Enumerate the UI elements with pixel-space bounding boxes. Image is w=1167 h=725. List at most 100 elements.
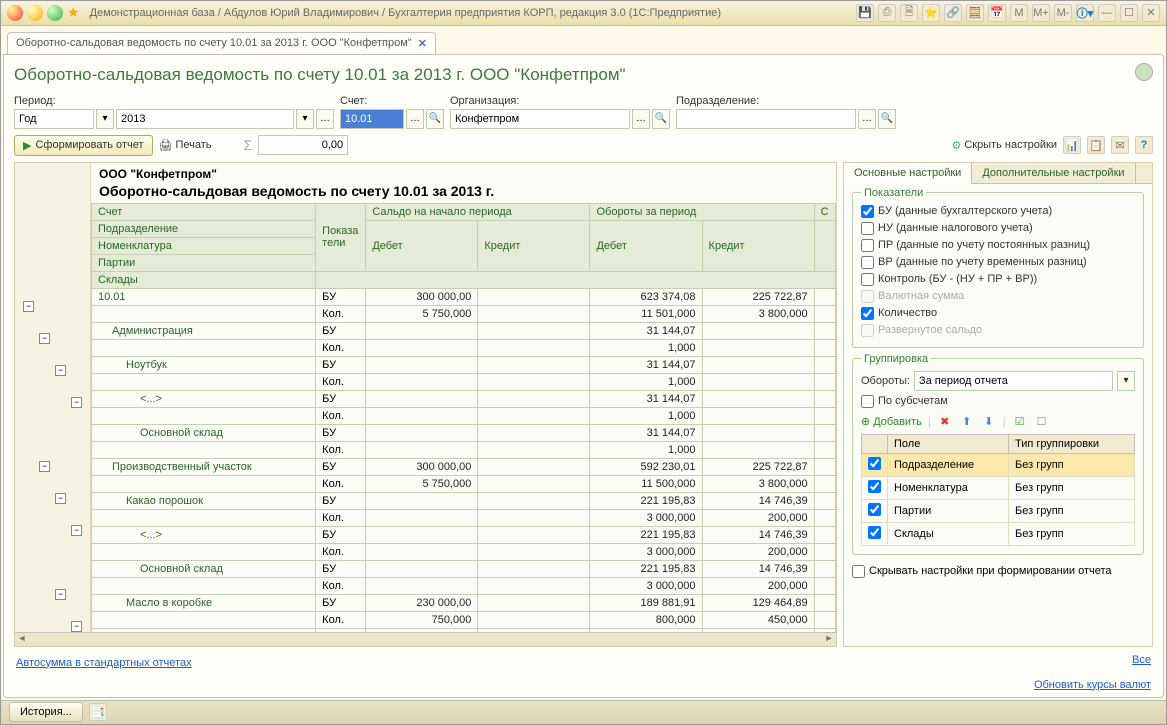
table-row[interactable]: 10.01БУ300 000,00623 374,08225 722,87 bbox=[92, 288, 836, 305]
table-row[interactable]: <...>БУ221 195,8314 746,39 bbox=[92, 526, 836, 543]
min-icon[interactable]: — bbox=[1098, 4, 1116, 22]
account-search-icon[interactable]: 🔍 bbox=[426, 109, 444, 129]
minimize-window-icon[interactable] bbox=[27, 5, 43, 21]
table-row[interactable]: НоутбукБУ31 144,07 bbox=[92, 356, 836, 373]
m-minus-icon[interactable]: M- bbox=[1054, 4, 1072, 22]
period-dropdown-icon[interactable]: ▾ bbox=[96, 109, 114, 129]
tool3-icon[interactable]: ✉ bbox=[1111, 136, 1129, 154]
add-grouping-button[interactable]: ⊕Добавить bbox=[861, 415, 922, 428]
grouping-row[interactable]: ПодразделениеБез групп bbox=[862, 453, 1135, 476]
link-icon[interactable]: 🔗 bbox=[944, 4, 962, 22]
sum-display[interactable] bbox=[258, 135, 348, 155]
tree-toggle[interactable]: − bbox=[39, 461, 50, 472]
report-body[interactable]: ООО "Конфетпром" Оборотно-сальдовая ведо… bbox=[91, 163, 836, 646]
table-row[interactable]: Кол.1,000 bbox=[92, 441, 836, 458]
table-row[interactable]: АдминистрацияБУ31 144,07 bbox=[92, 322, 836, 339]
calendar-icon[interactable]: 📅 bbox=[988, 4, 1006, 22]
favorite-icon[interactable]: ★ bbox=[67, 4, 80, 21]
calc-icon[interactable]: 🧮 bbox=[966, 4, 984, 22]
table-row[interactable]: Масло в коробкеБУ230 000,00189 881,91129… bbox=[92, 594, 836, 611]
tool1-icon[interactable]: 📊 bbox=[1063, 136, 1081, 154]
tab-close-icon[interactable]: ✕ bbox=[418, 37, 427, 50]
dept-input[interactable] bbox=[676, 109, 856, 129]
max-icon[interactable]: ☐ bbox=[1120, 4, 1138, 22]
m-plus-icon[interactable]: M+ bbox=[1032, 4, 1050, 22]
move-up-icon[interactable]: ⬆ bbox=[959, 414, 975, 430]
document-tab[interactable]: Оборотно-сальдовая ведомость по счету 10… bbox=[7, 32, 436, 54]
check-subaccounts[interactable]: По субсчетам bbox=[861, 393, 1135, 410]
account-input[interactable] bbox=[340, 109, 404, 129]
table-row[interactable]: Основной складБУ31 144,07 bbox=[92, 424, 836, 441]
tab-main-settings[interactable]: Основные настройки bbox=[844, 163, 972, 184]
dept-picker-icon[interactable]: … bbox=[858, 109, 876, 129]
table-row[interactable]: <...>БУ31 144,07 bbox=[92, 390, 836, 407]
check-ctrl[interactable]: Контроль (БУ - (НУ + ПР + ВР)) bbox=[861, 271, 1135, 288]
tab-extra-settings[interactable]: Дополнительные настройки bbox=[972, 163, 1135, 183]
close-window-icon[interactable] bbox=[7, 5, 23, 21]
table-row[interactable]: Кол.1,000 bbox=[92, 407, 836, 424]
table-row[interactable]: Кол.1,000 bbox=[92, 339, 836, 356]
scroll-right-icon[interactable]: ► bbox=[822, 633, 836, 646]
org-picker-icon[interactable]: … bbox=[632, 109, 650, 129]
check-qty[interactable]: Количество bbox=[861, 305, 1135, 322]
tree-toggle[interactable]: − bbox=[71, 397, 82, 408]
grouping-row[interactable]: ПартииБез групп bbox=[862, 499, 1135, 522]
check-bu[interactable]: БУ (данные бухгалтерского учета) bbox=[861, 203, 1135, 220]
all-link[interactable]: Все bbox=[1132, 654, 1151, 666]
year-dropdown-icon[interactable]: ▾ bbox=[296, 109, 314, 129]
doc-icon[interactable]: 🗎 bbox=[900, 4, 918, 22]
check-vr[interactable]: ВР (данные по учету временных разниц) bbox=[861, 254, 1135, 271]
grouping-row[interactable]: НоменклатураБез групп bbox=[862, 476, 1135, 499]
hide-settings-button[interactable]: ⚙ Скрыть настройки bbox=[951, 139, 1057, 152]
tree-toggle[interactable]: − bbox=[71, 525, 82, 536]
year-picker-icon[interactable]: … bbox=[316, 109, 334, 129]
update-rates-link[interactable]: Обновить курсы валют bbox=[1034, 679, 1151, 691]
print-icon[interactable]: ⎙ bbox=[878, 4, 896, 22]
table-row[interactable]: Кол.750,000800,000450,000 bbox=[92, 611, 836, 628]
autosum-link[interactable]: Автосумма в стандартных отчетах bbox=[16, 657, 192, 669]
save-icon[interactable]: 💾 bbox=[856, 4, 874, 22]
org-input[interactable] bbox=[450, 109, 630, 129]
sigma-icon[interactable]: Σ bbox=[244, 137, 253, 153]
org-search-icon[interactable]: 🔍 bbox=[652, 109, 670, 129]
close-icon[interactable]: ✕ bbox=[1142, 4, 1160, 22]
tree-toggle[interactable]: − bbox=[55, 365, 66, 376]
delete-icon[interactable]: ✖ bbox=[937, 414, 953, 430]
dept-search-icon[interactable]: 🔍 bbox=[878, 109, 896, 129]
help-icon[interactable]: ? bbox=[1135, 136, 1153, 154]
check-nu[interactable]: НУ (данные налогового учета) bbox=[861, 220, 1135, 237]
account-picker-icon[interactable]: … bbox=[406, 109, 424, 129]
table-row[interactable]: Кол.5 750,00011 501,0003 800,000 bbox=[92, 305, 836, 322]
tree-toggle[interactable]: − bbox=[55, 493, 66, 504]
table-row[interactable]: Какао порошокБУ221 195,8314 746,39 bbox=[92, 492, 836, 509]
info-icon[interactable]: ⓘ▾ bbox=[1076, 4, 1094, 22]
check-all-icon[interactable]: ☑ bbox=[1012, 414, 1028, 430]
move-down-icon[interactable]: ⬇ bbox=[981, 414, 997, 430]
table-row[interactable]: Основной складБУ221 195,8314 746,39 bbox=[92, 560, 836, 577]
tool2-icon[interactable]: 📋 bbox=[1087, 136, 1105, 154]
m-icon[interactable]: M bbox=[1010, 4, 1028, 22]
statusbar-icon[interactable]: 📑 bbox=[89, 703, 107, 721]
tree-toggle[interactable]: − bbox=[71, 621, 82, 632]
fav2-icon[interactable]: ⭐ bbox=[922, 4, 940, 22]
turnover-select[interactable] bbox=[914, 371, 1113, 391]
save-floppy-icon[interactable] bbox=[1135, 63, 1153, 81]
table-row[interactable]: Кол.3 000,000200,000 bbox=[92, 543, 836, 560]
tree-toggle[interactable]: − bbox=[55, 589, 66, 600]
print-button[interactable]: 🖨 Печать bbox=[159, 139, 212, 152]
grouping-row[interactable]: СкладыБез групп bbox=[862, 522, 1135, 545]
tree-toggle[interactable]: − bbox=[39, 333, 50, 344]
uncheck-all-icon[interactable]: ☐ bbox=[1034, 414, 1050, 430]
maximize-window-icon[interactable] bbox=[47, 5, 63, 21]
table-row[interactable]: Кол.1,000 bbox=[92, 373, 836, 390]
h-scrollbar[interactable]: ◄ ► bbox=[15, 632, 836, 646]
table-row[interactable]: Кол.3 000,000200,000 bbox=[92, 509, 836, 526]
year-input[interactable] bbox=[116, 109, 294, 129]
period-select[interactable] bbox=[14, 109, 94, 129]
history-button[interactable]: История... bbox=[9, 702, 83, 722]
scroll-left-icon[interactable]: ◄ bbox=[15, 633, 29, 646]
tree-toggle[interactable]: − bbox=[23, 301, 34, 312]
check-pr[interactable]: ПР (данные по учету постоянных разниц) bbox=[861, 237, 1135, 254]
turnover-dropdown-icon[interactable]: ▾ bbox=[1117, 371, 1135, 391]
table-row[interactable]: Кол.5 750,00011 500,0003 800,000 bbox=[92, 475, 836, 492]
